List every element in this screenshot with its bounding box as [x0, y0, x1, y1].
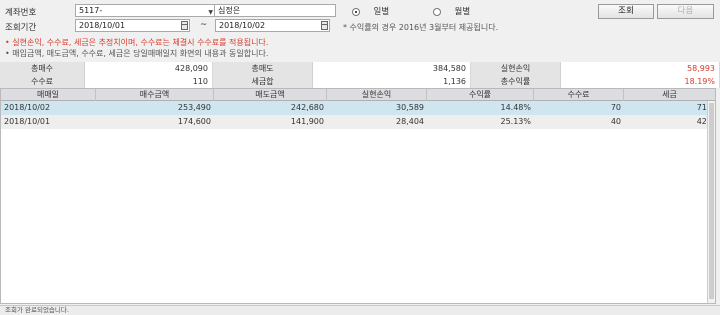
calendar-icon[interactable] — [181, 21, 188, 30]
trade-date-cell: 2018/10/02 — [4, 103, 51, 112]
fee-cell: 40 — [610, 117, 621, 126]
date-separator: ~ — [200, 20, 208, 30]
column-header[interactable]: 매매일 — [1, 89, 96, 101]
calendar-icon[interactable] — [321, 21, 328, 30]
return-rate-cell: 25.13% — [500, 117, 531, 126]
vertical-scrollbar[interactable] — [707, 101, 715, 303]
date-to-input[interactable]: 2018/10/02 — [215, 19, 330, 32]
summary-label: 총수익률 — [471, 75, 561, 88]
summary-value: 428,090 — [85, 62, 213, 75]
table-row[interactable]: 2018/10/01 174,600 141,900 28,404 25.13%… — [1, 115, 715, 129]
radio-monthly-indicator[interactable] — [433, 7, 441, 16]
radio-daily[interactable]: 일별 — [352, 5, 389, 17]
scrollbar-thumb[interactable] — [709, 103, 714, 299]
fee-cell: 70 — [610, 103, 621, 112]
search-button[interactable]: 조회 — [598, 4, 654, 19]
date-from-value: 2018/10/01 — [79, 21, 126, 30]
summary-value: 1,136 — [313, 75, 471, 88]
column-header[interactable]: 수수료 — [534, 89, 624, 101]
sell-amount-cell: 141,900 — [290, 117, 324, 126]
column-header[interactable]: 세금 — [624, 89, 715, 101]
summary-label: 총매도 — [213, 62, 313, 75]
summary-value: 18.19% — [561, 75, 720, 88]
trade-grid[interactable]: 매매일 매수금액 매도금액 실현손익 수익률 수수료 세금 2018/10/02… — [0, 88, 716, 304]
chevron-down-icon: ▼ — [208, 9, 213, 16]
sell-amount-cell: 242,680 — [290, 103, 324, 112]
grid-header: 매매일 매수금액 매도금액 실현손익 수익률 수수료 세금 — [1, 89, 715, 101]
account-select[interactable]: 5117- ▼ — [75, 4, 215, 17]
date-to-value: 2018/10/02 — [219, 21, 266, 30]
summary-label: 실현손익 — [471, 62, 561, 75]
column-header[interactable]: 매수금액 — [96, 89, 214, 101]
status-bar: 조회가 완료되었습니다. — [0, 305, 720, 315]
column-header[interactable]: 실현손익 — [327, 89, 427, 101]
realized-pnl-cell: 30,589 — [396, 103, 424, 112]
realized-pnl-cell: 28,404 — [396, 117, 424, 126]
buy-amount-cell: 174,600 — [177, 117, 211, 126]
trade-date-cell: 2018/10/01 — [4, 117, 51, 126]
account-label: 계좌번호 — [5, 8, 37, 18]
amount-notice: • 매입금액, 매도금액, 수수료, 세금은 당일매매일지 화면의 내용과 동일… — [5, 49, 269, 58]
next-button[interactable]: 다음 — [657, 4, 714, 19]
status-text: 조회가 완료되었습니다. — [5, 306, 69, 314]
table-row[interactable]: 2018/10/02 253,490 242,680 30,589 14.48%… — [1, 101, 715, 115]
account-name-field: 심정은 — [214, 4, 336, 17]
radio-daily-indicator[interactable] — [352, 7, 360, 16]
buy-amount-cell: 253,490 — [177, 103, 211, 112]
summary-label: 총매수 — [0, 62, 85, 75]
tax-cell: 421 — [696, 117, 712, 126]
date-from-input[interactable]: 2018/10/01 — [75, 19, 190, 32]
estimate-notice: • 실현손익, 수수료, 세금은 추정치이며, 수수료는 체결시 수수료를 적용… — [5, 38, 269, 47]
account-value: 5117- — [79, 6, 103, 15]
radio-monthly[interactable]: 월별 — [433, 5, 470, 17]
return-rate-cell: 14.48% — [500, 103, 531, 112]
summary-row-2: 수수료 110 세금합 1,136 총수익률 18.19% — [0, 75, 720, 88]
summary-label: 세금합 — [213, 75, 313, 88]
summary-label: 수수료 — [0, 75, 85, 88]
radio-monthly-label: 월별 — [454, 7, 471, 17]
summary-value: 58,993 — [561, 62, 720, 75]
summary-value: 110 — [85, 75, 213, 88]
return-rate-note: * 수익률의 경우 2016년 3월부터 제공됩니다. — [343, 23, 499, 32]
account-name: 심정은 — [218, 6, 241, 15]
radio-daily-label: 일별 — [373, 7, 390, 17]
summary-value: 384,580 — [313, 62, 471, 75]
period-label: 조회기간 — [5, 23, 37, 33]
column-header[interactable]: 수익률 — [427, 89, 534, 101]
tax-cell: 715 — [696, 103, 712, 112]
summary-row-1: 총매수 428,090 총매도 384,580 실현손익 58,993 — [0, 62, 720, 75]
column-header[interactable]: 매도금액 — [214, 89, 327, 101]
